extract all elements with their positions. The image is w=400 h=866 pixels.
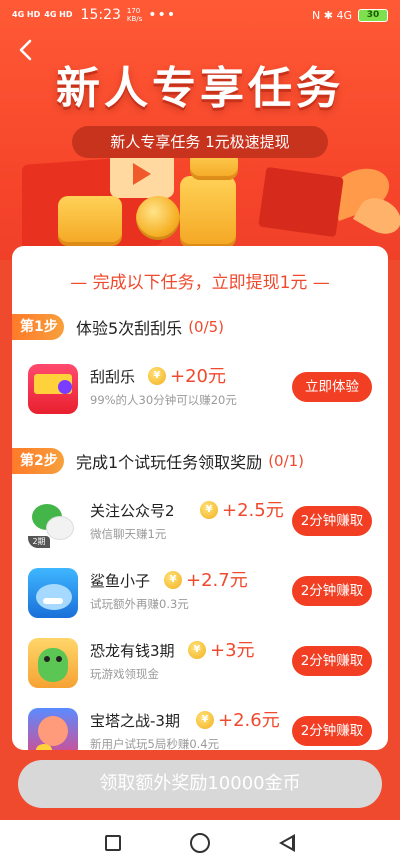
more-notifications-icon: ••• [148, 7, 177, 23]
scratch-card-app-icon [28, 364, 78, 414]
step-progress: (0/5) [188, 318, 225, 336]
status-bar: 4G HD 4G HD 15:23 170 KB/s ••• N ✱ 4G 30 [0, 0, 400, 30]
earn-in-2-min-button[interactable]: 2分钟赚取 [292, 576, 372, 606]
clock: 15:23 [80, 7, 121, 23]
task-name: 恐龙有钱3期 [90, 642, 175, 660]
red-envelope-decoration [258, 166, 344, 238]
step-badge: 第2步 [12, 448, 64, 474]
task-reward: +2.5元 [222, 500, 284, 521]
task-name: 鲨鱼小子 [90, 572, 151, 590]
coin-icon: ¥ [148, 367, 166, 385]
shark-game-icon [28, 568, 78, 618]
coin-icon: ¥ [200, 501, 218, 519]
task-name: 刮刮乐 [90, 368, 136, 386]
step-1-header: 第1步 体验5次刮刮乐 (0/5) [12, 314, 224, 340]
step-title: 体验5次刮刮乐 [76, 319, 183, 338]
task-description: 微信聊天赚1元 [90, 527, 167, 541]
task-reward: +20元 [170, 366, 226, 387]
task-reward: +2.6元 [218, 710, 280, 731]
coin-icon [136, 196, 180, 240]
back-icon[interactable] [279, 834, 296, 852]
tower-war-game-icon [28, 708, 78, 750]
issue-tag: 2期 [28, 536, 50, 548]
network-speed-unit: KB/s [126, 15, 143, 23]
coin-stack [58, 196, 122, 246]
status-icons: N ✱ 4G [312, 8, 352, 22]
coin-icon: ¥ [196, 711, 214, 729]
battery-icon: 30 [358, 8, 388, 22]
network-speed: 170 KB/s [127, 7, 142, 23]
task-name: 关注公众号2 [90, 502, 175, 520]
task-row-wechat[interactable]: 2期 关注公众号2 ¥ +2.5元 微信聊天赚1元 2分钟赚取 [12, 492, 388, 556]
earn-in-2-min-button[interactable]: 2分钟赚取 [292, 646, 372, 676]
task-reward: +3元 [210, 640, 255, 661]
coin-stack [180, 176, 236, 248]
task-name: 宝塔之战-3期 [90, 712, 180, 730]
signal-icon: 4G HD [12, 10, 41, 19]
signal-icon: 4G HD [44, 10, 73, 19]
wechat-icon: 2期 [28, 498, 78, 548]
task-reward: +2.7元 [186, 570, 248, 591]
task-row-scratch[interactable]: 刮刮乐 ¥ +20元 99%的人30分钟可以赚20元 立即体验 [12, 358, 388, 422]
task-card: — 完成以下任务，立即提现1元 — 第1步 体验5次刮刮乐 (0/5) 刮刮乐 … [12, 246, 388, 750]
earn-in-2-min-button[interactable]: 2分钟赚取 [292, 716, 372, 746]
coin-icon: ¥ [164, 571, 182, 589]
step-2-header: 第2步 完成1个试玩任务领取奖励 (0/1) [12, 448, 304, 474]
page-title: 新人专享任务 [56, 63, 344, 114]
recent-apps-icon[interactable] [104, 835, 121, 851]
coin-icon: ¥ [188, 641, 206, 659]
step-title: 完成1个试玩任务领取奖励 [76, 453, 263, 472]
hero-subtitle: 新人专享任务 1元极速提现 [72, 126, 328, 158]
task-description: 玩游戏领现金 [90, 667, 159, 681]
earn-in-2-min-button[interactable]: 2分钟赚取 [292, 506, 372, 536]
task-description: 试玩额外再赚0.3元 [90, 597, 189, 611]
play-icon [133, 163, 151, 185]
step-progress: (0/1) [268, 452, 305, 470]
task-row-dinosaur[interactable]: 恐龙有钱3期 ¥ +3元 玩游戏领现金 2分钟赚取 [12, 632, 388, 696]
task-description: 新用户试玩5局秒赚0.4元 [90, 737, 220, 750]
network-speed-value: 170 [126, 7, 141, 15]
task-row-tower-war[interactable]: 宝塔之战-3期 ¥ +2.6元 新用户试玩5局秒赚0.4元 2分钟赚取 [12, 702, 388, 750]
try-now-button[interactable]: 立即体验 [292, 372, 372, 402]
claim-extra-reward-button[interactable]: 领取额外奖励10000金币 [18, 760, 382, 808]
card-header: — 完成以下任务，立即提现1元 — [70, 273, 330, 293]
dinosaur-game-icon [28, 638, 78, 688]
home-icon[interactable] [189, 833, 210, 853]
task-row-shark[interactable]: 鲨鱼小子 ¥ +2.7元 试玩额外再赚0.3元 2分钟赚取 [12, 562, 388, 626]
step-badge: 第1步 [12, 314, 64, 340]
task-description: 99%的人30分钟可以赚20元 [90, 393, 237, 407]
system-nav-bar [0, 820, 400, 866]
hero-banner: 新人专享任务 新人专享任务 1元极速提现 [0, 0, 400, 260]
